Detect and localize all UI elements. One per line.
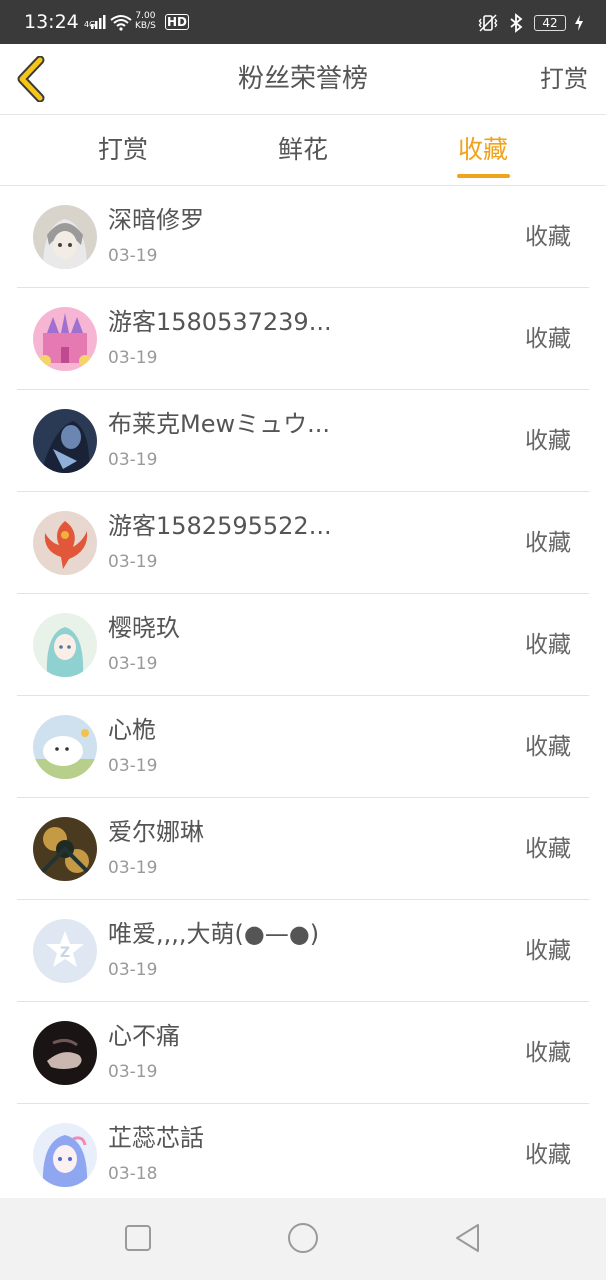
square-icon[interactable] xyxy=(120,1220,156,1256)
fan-name: 唯爱,,,,大萌(●—●) xyxy=(108,920,320,948)
list-item[interactable]: Z 唯爱,,,,大萌(●—●) 03-19 收藏 xyxy=(0,900,606,1002)
reward-button[interactable]: 打赏 xyxy=(540,62,588,96)
fan-date: 03-19 xyxy=(108,1062,158,1082)
list-item[interactable]: 深暗修罗 03-19 收藏 xyxy=(0,186,606,288)
svg-text:Z: Z xyxy=(60,945,70,961)
list-item[interactable]: 芷蕊芯話 03-18 收藏 xyxy=(0,1104,606,1206)
list-item[interactable]: 爱尔娜琳 03-19 收藏 xyxy=(0,798,606,900)
avatar xyxy=(33,307,97,371)
action-label: 收藏 xyxy=(525,530,571,556)
active-tab-indicator xyxy=(457,174,510,178)
page-title: 粉丝荣誉榜 xyxy=(237,64,368,94)
list-item[interactable]: 樱晓玖 03-19 收藏 xyxy=(0,594,606,696)
tab-bar: 打赏 鲜花 收藏 xyxy=(0,115,606,186)
action-label: 收藏 xyxy=(525,224,571,250)
tab-flowers[interactable]: 鲜花 xyxy=(278,133,328,167)
tab-favorites[interactable]: 收藏 xyxy=(458,133,508,167)
fan-date: 03-19 xyxy=(108,960,158,980)
charging-icon xyxy=(575,15,583,31)
status-bar: 13:24 4G 7.00 KB/S HD 42 xyxy=(0,0,606,44)
list-item[interactable]: 布莱克Mewミュウ... 03-19 收藏 xyxy=(0,390,606,492)
list-item[interactable]: 游客1582595522... 03-19 收藏 xyxy=(0,492,606,594)
system-nav-bar xyxy=(0,1198,606,1280)
tab-reward[interactable]: 打赏 xyxy=(98,133,148,167)
action-label: 收藏 xyxy=(525,938,571,964)
avatar xyxy=(33,409,97,473)
fan-name: 游客1580537239... xyxy=(108,308,332,336)
action-label: 收藏 xyxy=(525,836,571,862)
avatar xyxy=(33,1123,97,1187)
fan-name: 布莱克Mewミュウ... xyxy=(108,410,330,438)
fan-name: 深暗修罗 xyxy=(108,206,204,234)
avatar: Z xyxy=(33,919,97,983)
avatar xyxy=(33,511,97,575)
fan-date: 03-19 xyxy=(108,858,158,878)
status-time: 13:24 xyxy=(24,11,79,33)
speed-unit: KB/S xyxy=(135,21,156,31)
action-label: 收藏 xyxy=(525,428,571,454)
fan-name: 游客1582595522... xyxy=(108,512,332,540)
circle-icon[interactable] xyxy=(285,1220,321,1256)
status-right: 42 xyxy=(478,12,584,34)
hd-badge: HD xyxy=(165,14,190,30)
list-item[interactable]: 心桅 03-19 收藏 xyxy=(0,696,606,798)
speed-value: 7.00 xyxy=(135,11,156,21)
fan-date: 03-19 xyxy=(108,246,158,266)
fan-date: 03-19 xyxy=(108,450,158,470)
vibrate-icon xyxy=(478,14,498,32)
fan-list: 深暗修罗 03-19 收藏 游客1580537239... 03-19 收藏 布… xyxy=(0,186,606,1206)
network-speed: 7.00 KB/S xyxy=(135,11,156,31)
action-label: 收藏 xyxy=(525,1142,571,1168)
fan-name: 爱尔娜琳 xyxy=(108,818,204,846)
action-label: 收藏 xyxy=(525,632,571,658)
signal-icon xyxy=(91,15,106,29)
fan-date: 03-19 xyxy=(108,348,158,368)
action-label: 收藏 xyxy=(525,734,571,760)
action-label: 收藏 xyxy=(525,326,571,352)
list-item[interactable]: 心不痛 03-19 收藏 xyxy=(0,1002,606,1104)
fan-date: 03-19 xyxy=(108,756,158,776)
avatar xyxy=(33,817,97,881)
fan-date: 03-18 xyxy=(108,1164,158,1184)
list-item[interactable]: 游客1580537239... 03-19 收藏 xyxy=(0,288,606,390)
avatar xyxy=(33,205,97,269)
fan-name: 心不痛 xyxy=(108,1022,180,1050)
avatar xyxy=(33,1021,97,1085)
fan-name: 芷蕊芯話 xyxy=(108,1124,204,1152)
battery-level: 42 xyxy=(542,16,558,30)
fan-date: 03-19 xyxy=(108,552,158,572)
fan-name: 樱晓玖 xyxy=(108,614,180,642)
avatar xyxy=(33,613,97,677)
battery-icon: 42 xyxy=(534,15,566,31)
fan-name: 心桅 xyxy=(108,716,156,744)
triangle-back-icon[interactable] xyxy=(450,1220,486,1256)
app-header: 粉丝荣誉榜 打赏 xyxy=(0,44,606,115)
bluetooth-icon xyxy=(510,13,523,33)
action-label: 收藏 xyxy=(525,1040,571,1066)
wifi-icon xyxy=(110,15,132,31)
avatar xyxy=(33,715,97,779)
fan-date: 03-19 xyxy=(108,654,158,674)
